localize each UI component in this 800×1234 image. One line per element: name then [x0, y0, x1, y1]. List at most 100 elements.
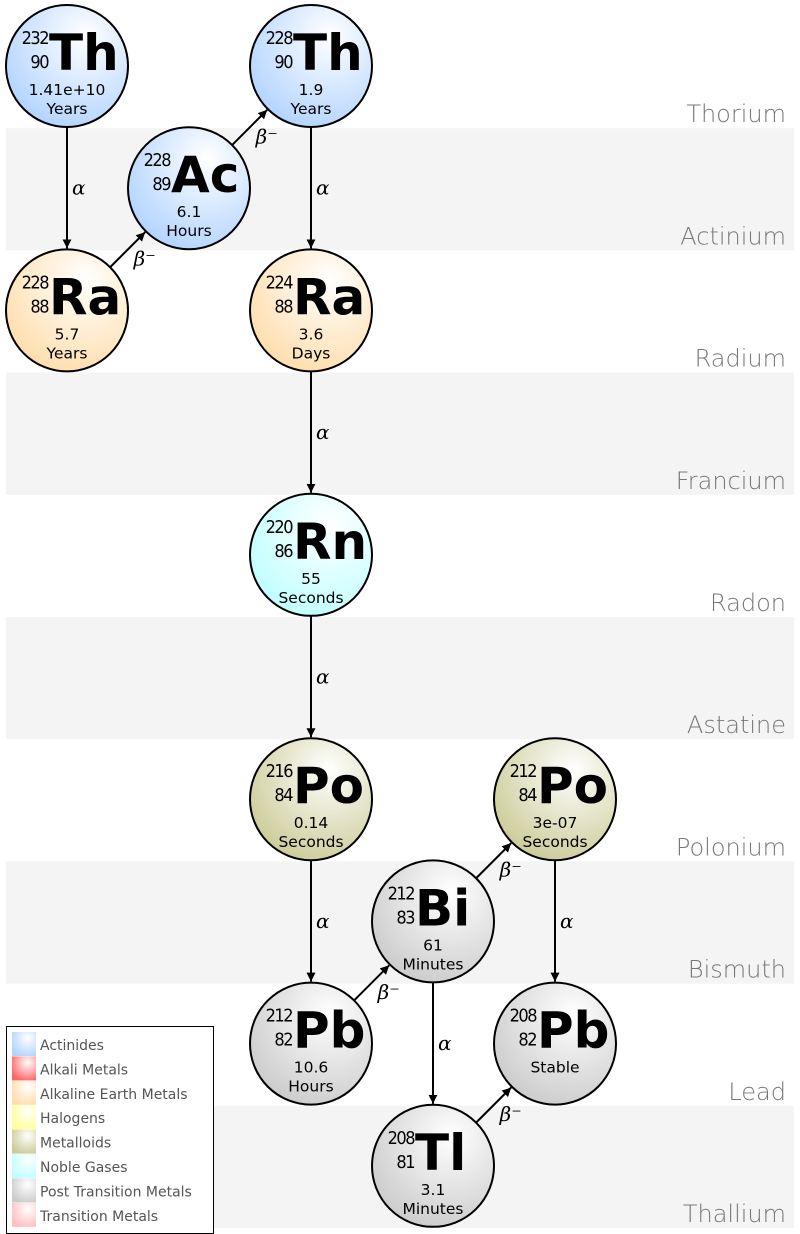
mass-number: 224: [266, 272, 294, 293]
band-label-francium: Francium: [676, 467, 786, 495]
mass-number: 208: [510, 1006, 538, 1027]
legend-swatch-alkaline-earth: [12, 1080, 36, 1105]
decay-mode-label: β⁻: [499, 1102, 522, 1126]
half-life-unit: Years: [46, 100, 88, 118]
half-life-unit: Hours: [288, 1078, 333, 1096]
half-life-value: Stable: [530, 1059, 579, 1077]
legend-label-post-transition: Post Transition Metals: [40, 1184, 192, 1200]
legend-swatch-alkali: [12, 1056, 36, 1081]
nuclide-tl208: 208 81 Tl3.1Minutes: [371, 1103, 495, 1228]
element-symbol: Bi: [415, 879, 470, 937]
mass-number: 212: [266, 1006, 293, 1027]
mass-number: 216: [266, 761, 294, 782]
element-symbol: Ra: [293, 268, 365, 326]
legend-label-actinides: Actinides: [40, 1038, 104, 1054]
half-life-value: 55: [301, 570, 321, 588]
legend-label-halogens: Halogens: [40, 1111, 105, 1127]
legend-swatch-post-transition: [12, 1178, 36, 1203]
legend-swatch-transition: [12, 1202, 36, 1227]
band-background: [6, 617, 794, 740]
atomic-number: 82: [518, 1030, 536, 1051]
decay-mode-label: β⁻: [499, 858, 522, 882]
legend-box: [6, 1026, 214, 1234]
half-life-unit: Years: [290, 100, 332, 118]
atomic-number: 81: [396, 1152, 414, 1173]
half-life-unit: Days: [292, 344, 331, 362]
half-life-value: 5.7: [55, 325, 80, 343]
half-life-value: 1.41e+10: [29, 81, 106, 99]
nuclide-ra228: 228 88 Ra5.7Years: [5, 248, 129, 373]
element-symbol: Ac: [171, 146, 239, 204]
atomic-number: 83: [396, 907, 415, 928]
band-label-polonium: Polonium: [676, 833, 786, 861]
element-symbol: Po: [537, 757, 608, 815]
half-life-unit: Seconds: [278, 833, 343, 851]
half-life-value: 1.9: [299, 81, 324, 99]
legend-swatch-noble-gases: [12, 1154, 36, 1178]
half-life-unit: Years: [46, 344, 88, 362]
half-life-unit: Minutes: [402, 1200, 463, 1218]
mass-number: 228: [266, 28, 294, 49]
atomic-number: 90: [30, 52, 49, 73]
legend-swatch-actinides: [12, 1032, 36, 1056]
decay-mode-label: α: [316, 665, 330, 689]
atomic-number: 82: [274, 1030, 292, 1051]
band-label-thallium: Thallium: [683, 1200, 786, 1228]
mass-number: 220: [266, 517, 294, 538]
legend-label-transition: Transition Metals: [39, 1209, 158, 1225]
atomic-number: 88: [30, 296, 49, 317]
nuclide-pb208: 208 82 PbStable: [493, 981, 617, 1106]
decay-mode-label: β⁻: [133, 247, 156, 271]
decay-mode-label: β⁻: [377, 980, 400, 1004]
element-symbol: Th: [293, 24, 363, 82]
nuclide-th228: 228 90 Th1.9Years: [249, 4, 373, 128]
element-symbol: Th: [49, 24, 119, 82]
half-life-value: 3.1: [421, 1181, 446, 1199]
nuclide-th232: 232 90 Th1.41e+10Years: [5, 4, 129, 128]
decay-mode-label: β⁻: [255, 124, 278, 148]
band-label-lead: Lead: [728, 1078, 786, 1106]
nuclide-ac228: 228 89 Ac6.1Hours: [127, 126, 251, 251]
mass-number: 212: [510, 761, 537, 782]
nuclide-po212: 212 84 Po3e-07Seconds: [493, 737, 617, 862]
mass-number: 212: [388, 883, 415, 904]
legend: Actinides Alkali Metals Alkaline Earth Met…: [6, 1026, 214, 1234]
half-life-value: 61: [423, 936, 443, 954]
mass-number: 232: [22, 28, 49, 49]
mass-number: 208: [388, 1128, 416, 1149]
atomic-number: 86: [274, 541, 293, 562]
band-label-radon: Radon: [710, 589, 786, 617]
element-symbol: Tl: [415, 1124, 466, 1182]
element-symbol: Pb: [293, 1002, 365, 1060]
atomic-number: 84: [518, 785, 537, 806]
nuclide-ra224: 224 88 Ra3.6Days: [249, 248, 373, 373]
element-symbol: Po: [293, 757, 364, 815]
atomic-number: 89: [152, 174, 171, 195]
atomic-number: 90: [274, 52, 293, 73]
decay-mode-label: α: [316, 909, 330, 933]
decay-mode-label: α: [316, 176, 330, 200]
element-symbol: Rn: [293, 513, 367, 571]
half-life-unit: Hours: [166, 222, 211, 240]
band-background: [6, 128, 794, 251]
mass-number: 228: [144, 150, 172, 171]
half-life-value: 3.6: [299, 325, 324, 343]
band-label-thorium: Thorium: [686, 100, 786, 128]
half-life-value: 10.6: [294, 1059, 329, 1077]
decay-mode-label: α: [316, 420, 330, 444]
legend-swatch-halogens: [12, 1105, 36, 1130]
half-life-value: 6.1: [177, 203, 202, 221]
mass-number: 228: [22, 272, 50, 293]
band-label-actinium: Actinium: [680, 222, 786, 250]
half-life-unit: Seconds: [522, 833, 587, 851]
band-label-astatine: Astatine: [687, 711, 786, 739]
legend-swatch-metalloids: [12, 1129, 36, 1154]
decay-mode-label: α: [438, 1031, 452, 1055]
nuclide-po216: 216 84 Po0.14Seconds: [249, 737, 373, 862]
band-label-radium: Radium: [695, 345, 786, 373]
decay-mode-label: α: [72, 176, 86, 200]
legend-label-alkaline-earth: Alkaline Earth Metals: [40, 1087, 188, 1103]
legend-label-alkali: Alkali Metals: [40, 1062, 128, 1078]
half-life-value: 3e-07: [533, 814, 578, 832]
nuclide-rn220: 220 86 Rn55Seconds: [249, 492, 373, 617]
